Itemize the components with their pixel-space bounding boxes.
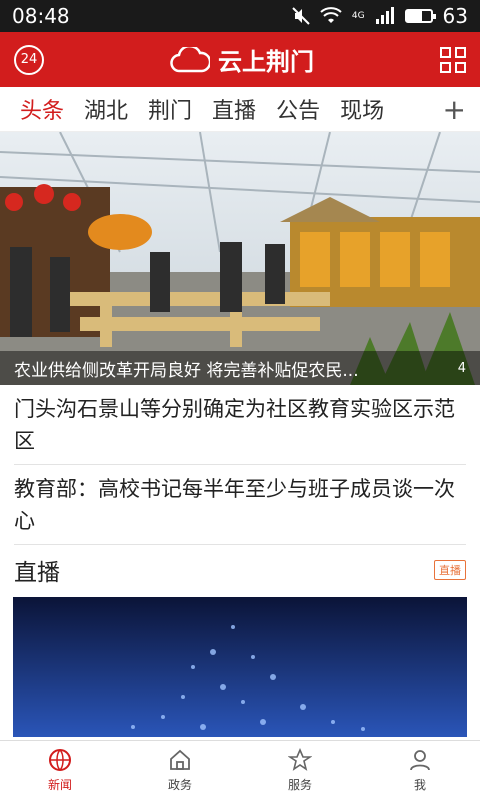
nav-me[interactable]: 我 <box>360 741 480 800</box>
hero-banner[interactable]: 农业供给侧改革开局良好 将完善补贴促农民... 4 <box>0 132 480 385</box>
add-tab-button[interactable]: + <box>443 93 470 126</box>
status-bar: 08:48 4G 63 <box>0 0 480 32</box>
mute-icon <box>292 7 310 25</box>
nav-government-label: 政务 <box>167 778 192 792</box>
hero-count: 4 <box>457 360 466 376</box>
grid-menu-icon[interactable] <box>440 46 466 73</box>
tab-toutiao[interactable]: 头条 <box>10 93 74 125</box>
nav-service[interactable]: 服务 <box>240 741 360 800</box>
nav-me-label: 我 <box>413 778 426 792</box>
tab-live[interactable]: 直播 <box>202 93 266 125</box>
tab-hubei[interactable]: 湖北 <box>74 93 138 125</box>
wifi-icon <box>320 7 342 23</box>
tab-bar: 头条 湖北 荆门 直播 公告 现场 + <box>0 87 480 132</box>
signal-icon <box>375 7 394 24</box>
app-bar: 24 云上荆门 <box>0 32 480 87</box>
app-title-text: 云上荆门 <box>218 48 314 76</box>
hero-caption: 农业供给侧改革开局良好 将完善补贴促农民... 4 <box>0 351 480 385</box>
live-badge: 直播 <box>434 560 466 580</box>
news-title: 门头沟石景山等分别确定为社区教育实验区示范区 <box>14 397 455 453</box>
tab-scene[interactable]: 现场 <box>330 93 394 125</box>
home-icon <box>170 749 190 770</box>
live-image <box>13 597 467 737</box>
live-section-header: 直播 直播 <box>0 545 480 593</box>
globe-icon <box>49 749 71 771</box>
news-item[interactable]: 教育部：高校书记每半年至少与班子成员谈一次心 <box>14 465 466 545</box>
hero-image <box>0 132 480 385</box>
star-icon <box>288 748 312 771</box>
nav-news[interactable]: 新闻 <box>0 741 120 800</box>
live-thumbnail[interactable] <box>13 597 467 737</box>
battery-percent: 63 <box>442 4 468 28</box>
badge-24-icon[interactable]: 24 <box>14 44 44 75</box>
battery-icon <box>404 9 436 23</box>
bottom-nav: 新闻 政务 服务 我 <box>0 740 480 800</box>
cloud-icon <box>170 46 210 72</box>
nav-news-label: 新闻 <box>47 778 72 792</box>
live-section-title: 直播 <box>14 560 60 586</box>
status-time: 08:48 <box>12 4 70 28</box>
status-icons: 4G 63 <box>292 4 468 28</box>
news-item[interactable]: 门头沟石景山等分别确定为社区教育实验区示范区 <box>14 385 466 465</box>
nav-service-label: 服务 <box>287 778 312 792</box>
network-label: 4G <box>351 11 365 21</box>
hero-caption-text: 农业供给侧改革开局良好 将完善补贴促农民... <box>14 360 359 381</box>
nav-government[interactable]: 政务 <box>120 741 240 800</box>
tab-notice[interactable]: 公告 <box>266 93 330 125</box>
app-title: 云上荆门 <box>170 42 314 77</box>
tab-jingmen[interactable]: 荆门 <box>138 93 202 125</box>
news-title: 教育部：高校书记每半年至少与班子成员谈一次心 <box>14 477 455 533</box>
user-icon <box>410 750 430 771</box>
